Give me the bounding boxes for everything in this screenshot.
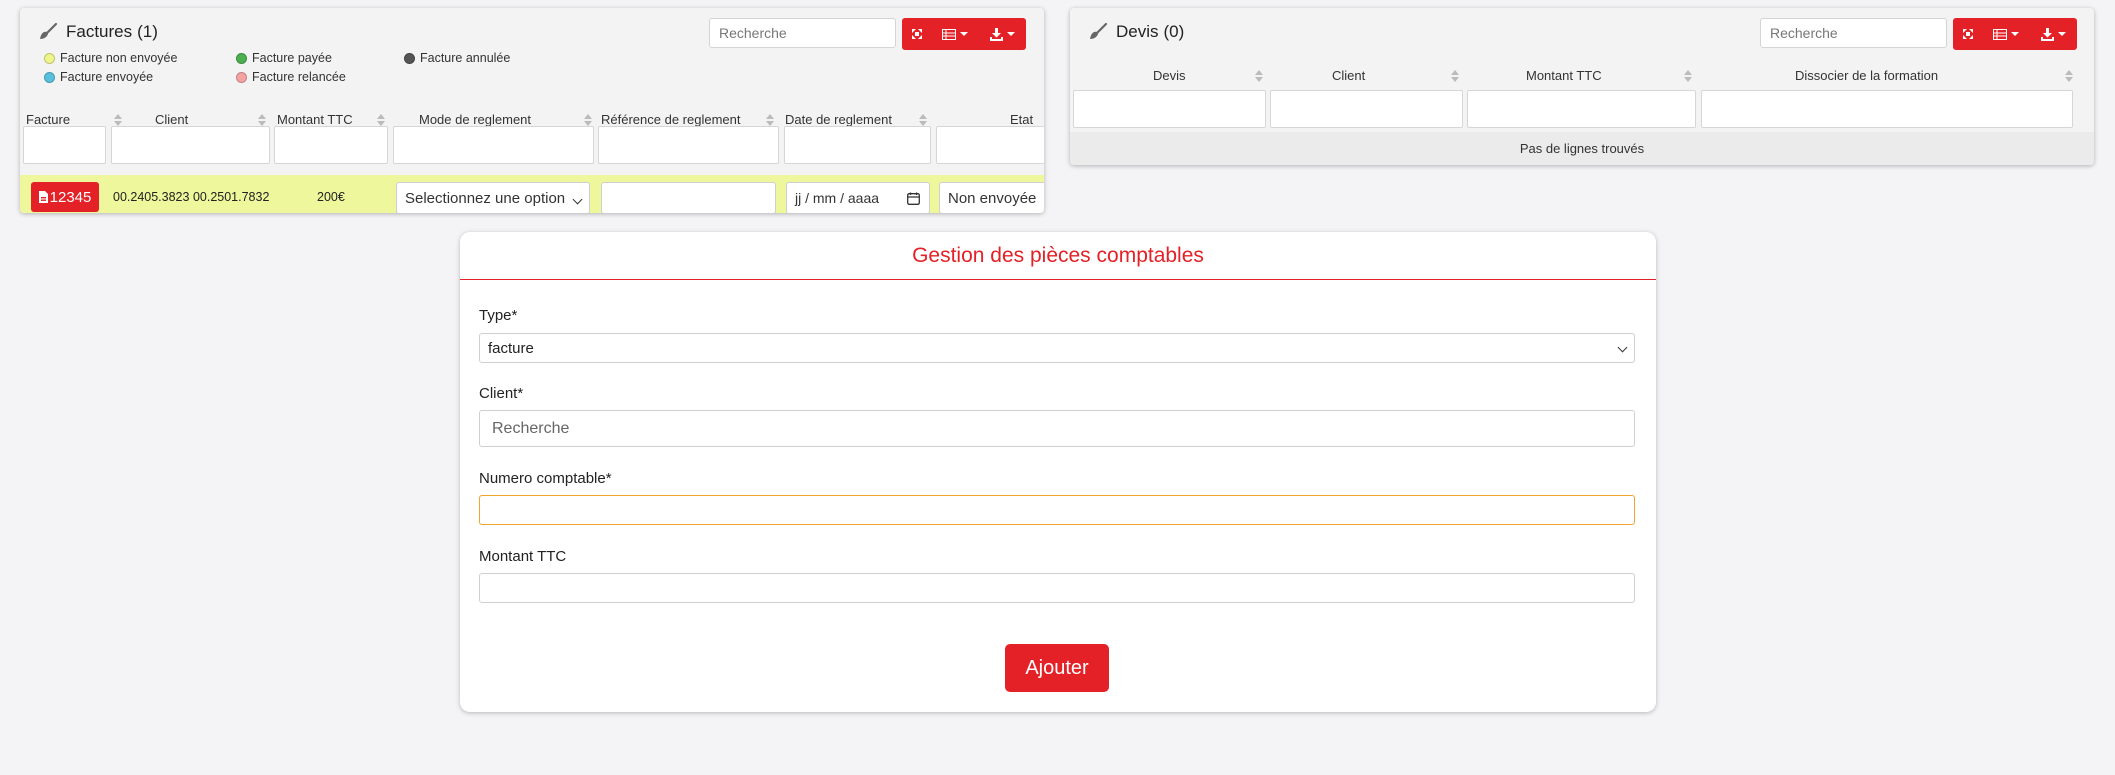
expand-icon [912,29,922,39]
legend-item-non-envoyee: Facture non envoyée [44,51,177,65]
columns-button[interactable] [1983,18,2029,50]
filter-input-date[interactable] [784,126,931,164]
calendar-icon[interactable] [907,192,920,205]
column-header-client[interactable]: Client [1332,65,1365,87]
factures-header: Factures (1) [38,20,158,44]
client-search-input[interactable]: Recherche [479,410,1635,447]
etat-select[interactable]: Non envoyée [939,182,1044,213]
filter-input-montant[interactable] [1467,90,1696,128]
montant-ttc-label: Montant TTC [479,548,567,565]
factures-toolbar [902,18,1026,50]
factures-count: (1) [137,22,158,41]
table-row: 12345 00.2405.3823 00.2501.7832 200€ Sel… [20,175,1044,213]
sort-icon[interactable] [2065,70,2073,82]
add-button[interactable]: Ajouter [1005,644,1109,692]
caret-icon [2011,32,2019,36]
caret-icon [1006,32,1015,36]
column-header-montant[interactable]: Montant TTC [1526,65,1602,87]
montant-ttc-input[interactable] [479,573,1635,603]
fullscreen-button[interactable] [902,18,932,50]
legend-item-annulee: Facture annulée [404,51,510,65]
sort-icon[interactable] [919,114,927,126]
legend-dot [44,52,55,64]
chevron-down-icon [1617,342,1628,353]
factures-search-input[interactable] [709,18,896,48]
column-header-devis[interactable]: Devis [1153,65,1186,87]
filter-input-reference[interactable] [598,126,779,164]
devis-table-header: Devis Client Montant TTC Dissocier de la… [1070,65,2094,87]
legend-item-relancee: Facture relancée [236,70,346,84]
gestion-pieces-form: Gestion des pièces comptables Type* fact… [460,232,1656,712]
legend-item-envoyee: Facture envoyée [44,70,153,84]
factures-panel: Factures (1) Facture non envoyée Facture… [20,8,1044,213]
sort-icon[interactable] [1255,70,1263,82]
columns-button[interactable] [932,18,978,50]
download-icon [989,27,1003,41]
export-button[interactable] [978,18,1026,50]
sort-icon[interactable] [1451,70,1459,82]
filter-input-dissocier[interactable] [1701,90,2073,128]
caret-icon [960,32,968,36]
form-title: Gestion des pièces comptables [460,232,1656,280]
filter-input-etat[interactable] [936,126,1044,164]
type-label: Type* [479,307,518,324]
client-label: Client* [479,385,524,402]
mode-reglement-select[interactable]: Selectionnez une option [396,182,590,213]
legend-dot [236,71,247,83]
devis-header: Devis (0) [1088,20,1184,44]
brush-icon[interactable] [1088,22,1108,42]
column-header-dissocier[interactable]: Dissocier de la formation [1795,65,1938,87]
filter-input-mode[interactable] [393,126,594,164]
sort-icon[interactable] [1684,70,1692,82]
sort-icon[interactable] [377,114,385,126]
caret-icon [2057,32,2066,36]
file-pdf-icon [38,191,48,203]
sort-icon[interactable] [584,114,592,126]
invoice-number: 12345 [49,188,92,206]
export-button[interactable] [2029,18,2077,50]
sort-icon[interactable] [114,114,122,126]
legend-dot [236,52,247,64]
type-select[interactable]: facture [479,333,1635,363]
devis-toolbar [1953,18,2077,50]
sort-icon[interactable] [258,114,266,126]
legend-dot [404,52,415,64]
filter-input-client[interactable] [1270,90,1463,128]
devis-count: (0) [1163,22,1185,41]
empty-table-message: Pas de lignes trouvés [1070,132,2094,165]
filter-input-montant[interactable] [274,126,388,164]
devis-panel: Devis (0) Devis Client Montant TTC Disso… [1070,8,2094,165]
numero-comptable-label: Numero comptable* [479,470,612,487]
filter-input-facture[interactable] [23,126,106,164]
fullscreen-button[interactable] [1953,18,1983,50]
expand-icon [1963,29,1973,39]
download-icon [2040,27,2054,41]
filter-input-devis[interactable] [1073,90,1266,128]
brush-icon[interactable] [38,22,58,42]
legend-dot [44,71,55,83]
factures-title: Factures [66,22,133,41]
cell-client: 00.2405.3823 00.2501.7832 [113,190,270,204]
table-icon [942,28,956,40]
filter-input-client[interactable] [111,126,270,164]
devis-search-input[interactable] [1760,18,1947,48]
reference-reglement-input[interactable] [601,182,776,213]
chevron-down-icon [572,194,583,205]
cell-montant: 200€ [317,190,345,204]
devis-title: Devis [1116,22,1159,41]
date-reglement-input[interactable]: jj / mm / aaaa [786,182,930,213]
invoice-number-button[interactable]: 12345 [31,182,99,212]
sort-icon[interactable] [766,114,774,126]
table-icon [1993,28,2007,40]
numero-comptable-input[interactable] [479,495,1635,525]
legend-item-payee: Facture payée [236,51,332,65]
